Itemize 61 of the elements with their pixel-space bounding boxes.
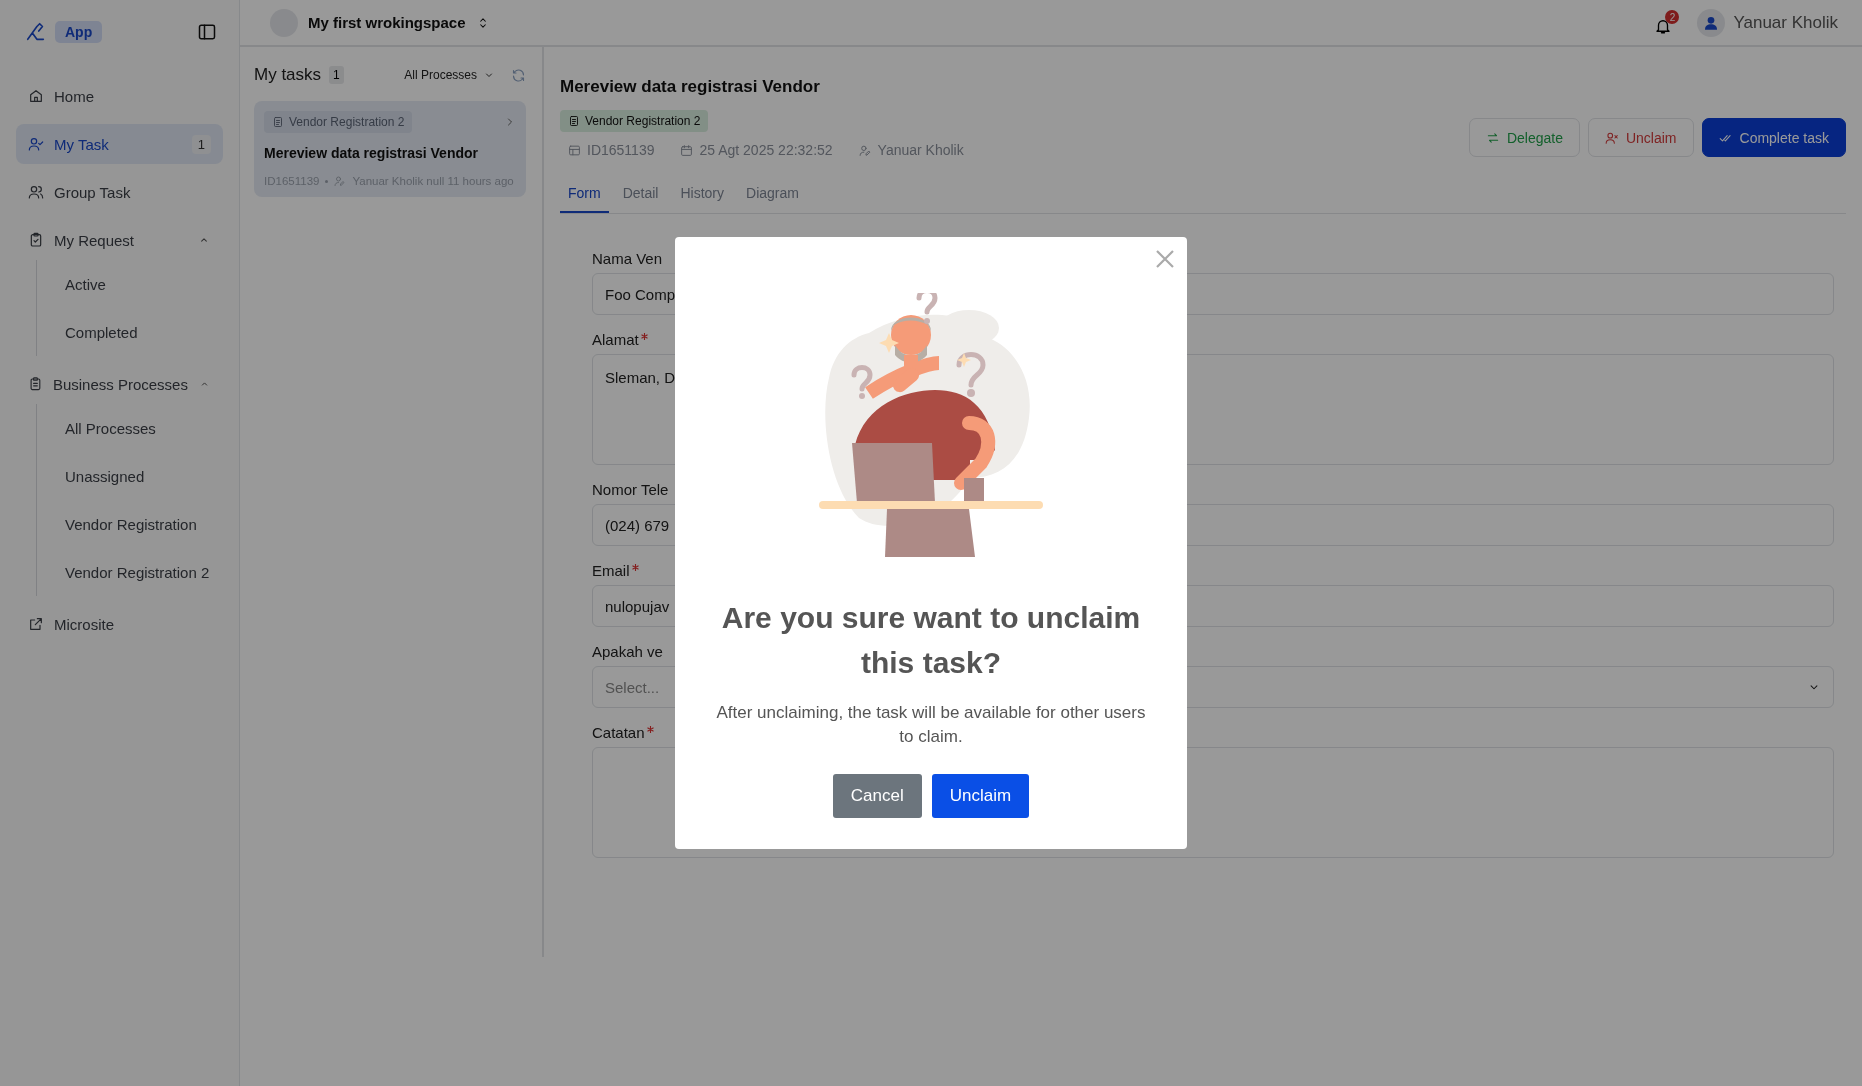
clipboard-check-icon (28, 232, 44, 248)
logo-icon (25, 21, 47, 43)
process-tag: Vendor Registration 2 (264, 111, 413, 133)
field-label: Apakah ve (592, 643, 663, 660)
task-date: 25 Agt 2025 22:32:52 (699, 142, 833, 158)
user-check-icon (28, 136, 44, 152)
sidebar-item[interactable]: Group Task (16, 172, 223, 212)
panel-title: My tasks (254, 65, 322, 85)
users-icon (28, 184, 44, 200)
field-label: Catatan (592, 724, 645, 741)
task-title: Mereview data registrasi Vendor (264, 145, 479, 161)
clipboard-list-icon (28, 376, 43, 392)
sidebar-subitem[interactable]: Unassigned (37, 452, 223, 500)
assignee-name: Yanuar Kholik (877, 142, 964, 158)
workspace-switcher[interactable]: My first wrokingspace (270, 8, 490, 37)
sidebar-item[interactable]: My Request (16, 220, 223, 260)
task-id: ID1651139 (587, 142, 655, 158)
notification-button[interactable]: 2 (1654, 10, 1680, 35)
process-tag: Vendor Registration 2 (560, 110, 709, 132)
notification-count: 2 (1665, 10, 1680, 24)
user-edit-icon (334, 175, 347, 187)
unclaim-button[interactable]: Unclaim (1587, 118, 1694, 157)
sidebar-subitem[interactable]: Vendor Registration (37, 500, 223, 548)
document-icon (568, 115, 580, 127)
field-label: Email (592, 562, 630, 579)
sidebar-item[interactable]: Microsite (16, 604, 223, 644)
tab[interactable]: History (672, 177, 733, 213)
process-filter[interactable]: All Processes (404, 68, 495, 82)
field-label: Nama Ven (592, 250, 663, 267)
count-badge: 1 (329, 66, 344, 84)
document-icon (272, 116, 284, 128)
tab[interactable]: Form (560, 177, 609, 213)
field-label: Nomor Tele (592, 481, 669, 498)
sidebar-item[interactable]: Business Processes (16, 364, 223, 404)
sidebar-subitem[interactable]: All Processes (37, 404, 223, 452)
user-edit-icon (858, 143, 872, 157)
home-icon (28, 88, 44, 104)
cancel-button[interactable]: Cancel (832, 773, 922, 818)
sidebar-subitem[interactable]: Vendor Registration 2 (37, 548, 223, 596)
app-badge: App (55, 21, 103, 43)
user-remove-icon (1604, 130, 1619, 145)
user-name: Yanuar Kholik (1733, 12, 1838, 33)
confirm-button[interactable]: Unclaim (931, 773, 1030, 818)
delegate-button[interactable]: Delegate (1468, 118, 1580, 157)
external-link-icon (28, 616, 44, 632)
table-icon (568, 143, 581, 157)
tab[interactable]: Diagram (738, 177, 807, 213)
sidebar-subitem[interactable]: Completed (37, 308, 223, 356)
refresh-icon (511, 67, 526, 83)
task-title: Mereview data registrasi Vendor (560, 77, 821, 97)
complete-task-button[interactable]: Complete task (1701, 118, 1846, 157)
calendar-icon (680, 143, 694, 157)
sidebar-item[interactable]: Home (16, 76, 223, 116)
swap-icon (1485, 130, 1500, 145)
count-badge: 1 (191, 134, 211, 154)
user-avatar[interactable] (1697, 8, 1726, 37)
sidebar-item[interactable]: My Task 1 (16, 124, 223, 164)
field-label: Alamat (592, 331, 639, 348)
tab[interactable]: Detail (614, 177, 667, 213)
sidebar-subitem[interactable]: Active (37, 260, 223, 308)
sidebar-toggle-icon (197, 22, 217, 42)
